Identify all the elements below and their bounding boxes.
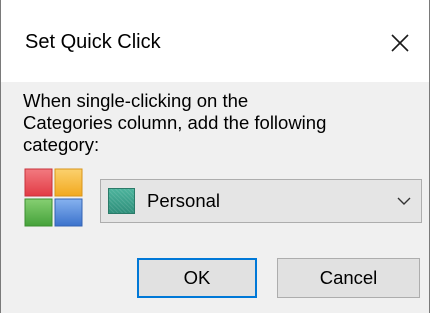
category-select[interactable]: Personal (100, 179, 422, 223)
ok-button[interactable]: OK (137, 258, 257, 298)
category-select-value: Personal (147, 190, 221, 211)
instruction-line: Categories column, add the following (23, 112, 327, 133)
cancel-button[interactable]: Cancel (277, 258, 420, 298)
set-quick-click-dialog: Set Quick Click When single-clicking on … (0, 0, 430, 313)
instruction-text: When single-clicking on the Categories c… (23, 90, 423, 156)
chevron-down-icon (397, 197, 411, 205)
category-color-swatch (108, 188, 135, 214)
instruction-line: category: (23, 134, 100, 155)
instruction-line: When single-clicking on the (23, 90, 249, 111)
title-bar: Set Quick Click (1, 0, 429, 82)
close-button[interactable] (383, 26, 417, 60)
close-icon (391, 34, 409, 52)
color-categories-icon (24, 168, 83, 227)
dialog-title: Set Quick Click (25, 31, 161, 53)
